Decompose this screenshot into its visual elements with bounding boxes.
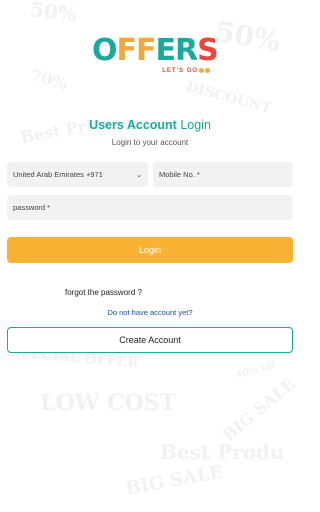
bg-word: Best Produ xyxy=(160,440,285,464)
bg-word: BIG SALE xyxy=(219,374,299,445)
app-logo: OFFERS LET'S GO xyxy=(88,32,219,80)
mobile-number-input[interactable] xyxy=(159,170,293,179)
country-code-value: United Arab Emirates +971 xyxy=(13,170,103,179)
login-button[interactable]: Login xyxy=(7,237,293,263)
password-input[interactable] xyxy=(13,203,293,212)
country-code-select[interactable]: United Arab Emirates +971 ⌄ xyxy=(7,162,148,187)
bg-word: 40% off xyxy=(234,359,278,382)
forgot-password-link[interactable]: forgot the password ? xyxy=(65,288,142,297)
no-account-link[interactable]: Do not have account yet? xyxy=(0,308,300,317)
bg-word: DISCOUNT xyxy=(184,78,274,118)
password-field-container xyxy=(7,195,293,220)
bg-word: 70% xyxy=(28,65,70,94)
logo-wordmark: OFFERS xyxy=(92,33,219,68)
bg-word: BIG SALE xyxy=(123,461,225,500)
logo-tagline: LET'S GO xyxy=(162,68,210,74)
create-account-button[interactable]: Create Account xyxy=(7,327,293,353)
page-subtitle: Login to your account xyxy=(111,138,189,147)
bg-word: 50% xyxy=(212,14,283,59)
chevron-down-icon: ⌄ xyxy=(136,171,142,179)
mobile-field-container xyxy=(153,162,293,187)
bg-word: 50% xyxy=(28,0,79,28)
bg-word: LOW COST xyxy=(40,390,176,416)
page-title: Users Account Login xyxy=(89,118,211,132)
